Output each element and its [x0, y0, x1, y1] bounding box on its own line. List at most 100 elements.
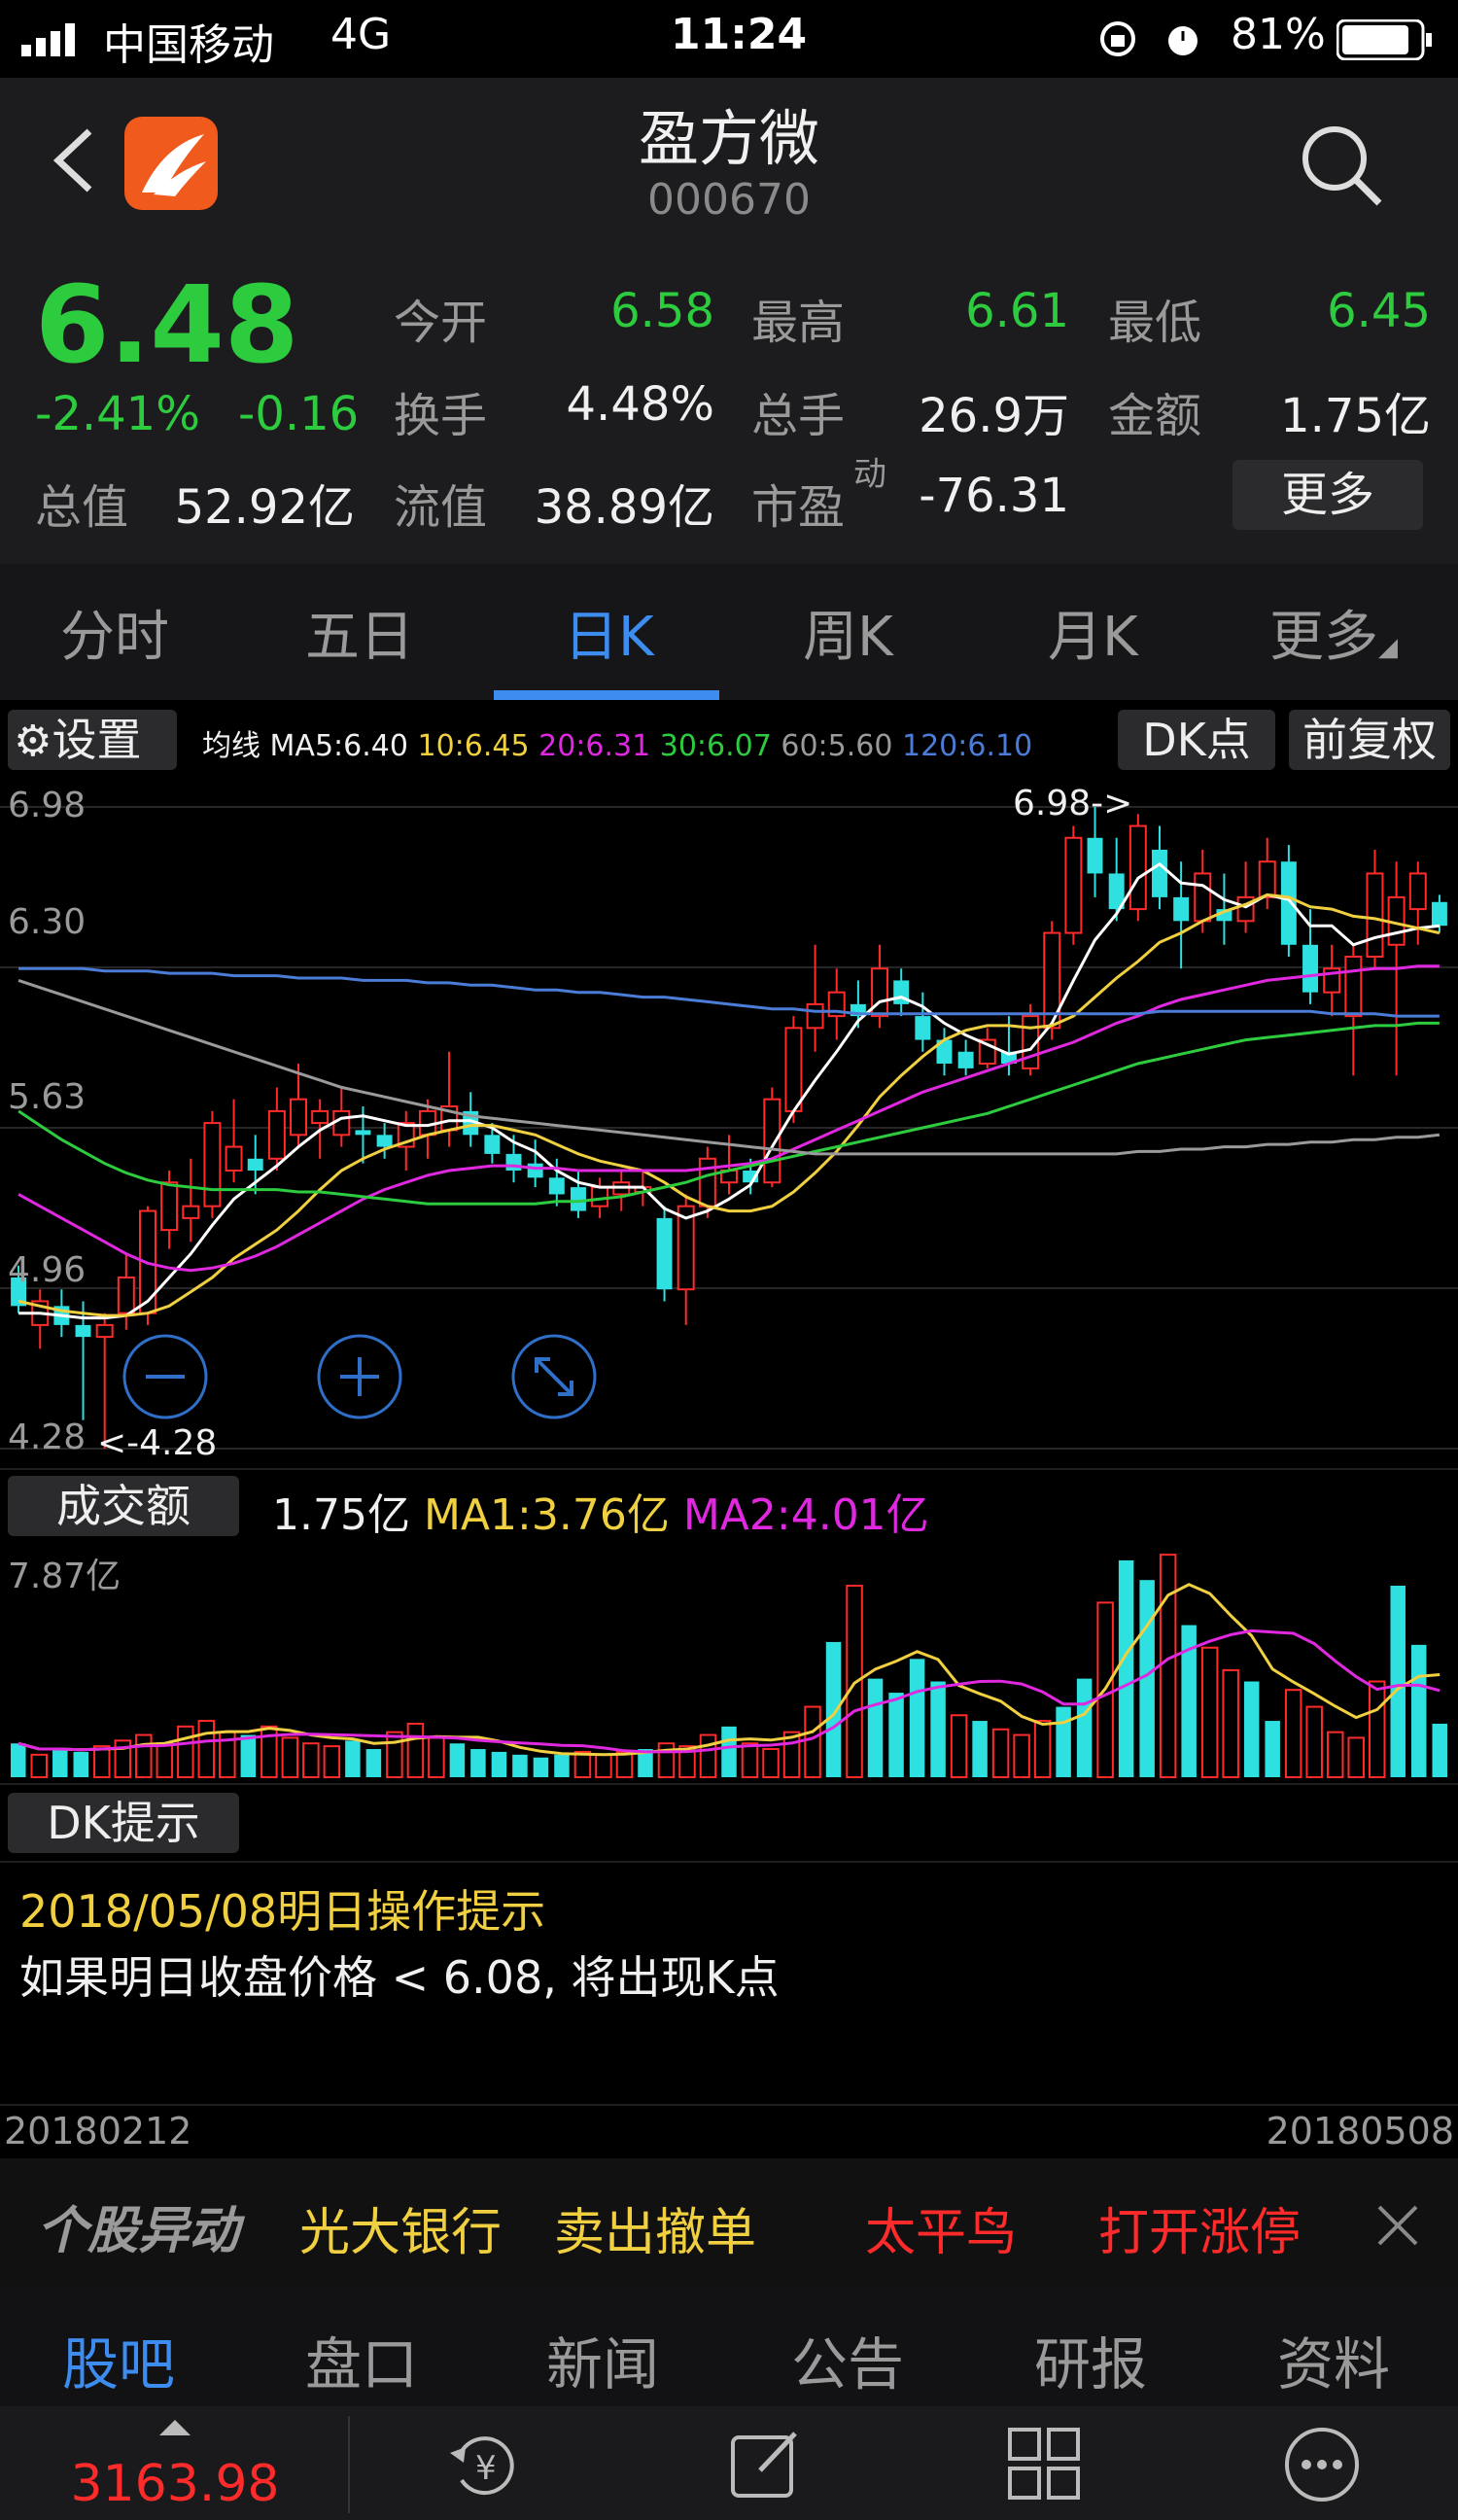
candle-body [332, 1109, 351, 1137]
search-icon[interactable] [1298, 122, 1385, 209]
alert-item[interactable]: 太平鸟 [865, 2191, 1017, 2264]
tab-five-day[interactable]: 五日 [305, 593, 414, 672]
candle-body [698, 1157, 716, 1208]
dk-date-line: 2018/05/08明日操作提示 [19, 1885, 546, 1938]
candle-body [784, 1027, 803, 1112]
alert-item[interactable]: 卖出撤单 [554, 2191, 756, 2264]
candle-body [915, 1016, 931, 1040]
tab-weekly-k[interactable]: 周K [803, 593, 893, 672]
period-tabs: 分时 五日 日K 周K 月K 更多◢ [0, 564, 1458, 700]
candle-body [1366, 872, 1384, 958]
tab-announcements[interactable]: 公告 [791, 2319, 904, 2400]
volume-current: 1.75亿 [272, 1490, 410, 1540]
alert-item[interactable]: 光大银行 [299, 2191, 502, 2264]
volume-ma1: MA1:3.76亿 [423, 1490, 670, 1540]
adjust-button[interactable]: 前复权 [1289, 710, 1450, 770]
tab-more-label: 更多 [1269, 606, 1378, 669]
candle-body [117, 1277, 135, 1314]
bottom-toolbar: 3163.98 ¥ [0, 2406, 1458, 2520]
quote-header: 盈方微 000670 6.48 -2.41% -0.16 今开 6.58 最高 … [0, 78, 1458, 564]
zoom-in-icon[interactable] [315, 1332, 404, 1421]
candle-body [376, 1135, 393, 1147]
change-percent: -2.41% [35, 387, 200, 441]
index-value[interactable]: 3163.98 [0, 2455, 350, 2513]
low-value: 6.45 [1327, 284, 1431, 338]
fullscreen-icon[interactable] [509, 1332, 599, 1421]
volume-bar [1347, 1736, 1365, 1779]
volume-bar [867, 1678, 884, 1777]
turnover-label: 换手 [394, 389, 488, 443]
change-amount: -0.16 [238, 387, 360, 441]
volume-bar [240, 1734, 257, 1777]
volume-bar [365, 1749, 382, 1777]
tab-reports[interactable]: 研报 [1034, 2319, 1147, 2400]
volume-bar [804, 1705, 821, 1778]
dk-hint-button[interactable]: DK提示 [8, 1793, 239, 1853]
tab-orderbook[interactable]: 盘口 [305, 2319, 418, 2400]
alarm-icon [1168, 26, 1198, 55]
volume-bar [950, 1714, 968, 1779]
candle-body [1280, 861, 1297, 945]
candle-body [1408, 872, 1427, 911]
volume-bar [1243, 1681, 1260, 1777]
ma5-value: MA5:6.40 [269, 729, 408, 763]
more-options-icon[interactable] [1281, 2424, 1363, 2505]
dk-point-button[interactable]: DK点 [1118, 710, 1275, 770]
alert-item[interactable]: 打开涨停 [1098, 2191, 1301, 2264]
stock-code: 000670 [647, 175, 811, 225]
volume-bar [30, 1753, 49, 1778]
candlestick-chart[interactable] [0, 778, 1458, 1468]
candle-body [1128, 824, 1147, 911]
stock-name: 盈方微 [638, 103, 819, 174]
grid-icon[interactable] [1006, 2426, 1084, 2503]
divider [0, 1861, 1458, 1863]
volume-bar [11, 1743, 26, 1777]
volume-bar [972, 1721, 988, 1777]
turnover-value: 4.48% [566, 377, 714, 432]
tab-forum[interactable]: 股吧 [62, 2319, 175, 2400]
min-price-annotation: <-4.28 [97, 1423, 218, 1463]
trade-icon[interactable]: ¥ [442, 2426, 530, 2503]
volume-bar [930, 1681, 946, 1777]
volume-label: 总手 [751, 389, 846, 443]
candle-body [527, 1163, 543, 1178]
close-icon[interactable] [1375, 2203, 1420, 2248]
pe-superscript: 动 [853, 455, 886, 494]
candle-body [1173, 896, 1190, 922]
settings-label: 设置 [52, 714, 142, 766]
volume-bar [197, 1720, 216, 1779]
volume-chart[interactable] [0, 1546, 1458, 1779]
settings-button[interactable]: ⚙设置 [8, 710, 177, 770]
volume-bar [386, 1731, 403, 1778]
divider [0, 2104, 1458, 2106]
zoom-out-icon[interactable] [121, 1332, 210, 1421]
candle-body [548, 1177, 565, 1195]
candle-body [1302, 944, 1319, 993]
battery-icon [1336, 19, 1432, 60]
edit-icon[interactable] [727, 2426, 805, 2503]
candle-body [75, 1324, 91, 1338]
amount-label: 金额 [1108, 389, 1202, 443]
divider [0, 1468, 1458, 1470]
volume-indicator-button[interactable]: 成交额 [8, 1476, 239, 1536]
volume-bar [1076, 1678, 1093, 1777]
candle-body [570, 1187, 586, 1211]
tab-more[interactable]: 更多◢ [1269, 593, 1398, 672]
volume-bar [554, 1754, 570, 1777]
tab-daily-k[interactable]: 日K [564, 593, 654, 672]
volume-value: 26.9万 [919, 389, 1069, 443]
tab-profile[interactable]: 资料 [1277, 2319, 1390, 2400]
ma120-value: 120:6.10 [902, 729, 1033, 763]
tab-monthly-k[interactable]: 月K [1048, 593, 1138, 672]
battery-percent: 81% [1231, 10, 1326, 59]
volume-bar [1159, 1554, 1177, 1779]
content-tabs: 股吧 盘口 新闻 公告 研报 资料 [0, 2290, 1458, 2406]
tab-news[interactable]: 新闻 [546, 2319, 659, 2400]
triangle-icon: ◢ [1378, 633, 1398, 662]
tab-intraday[interactable]: 分时 [60, 593, 169, 672]
candle-body [1258, 860, 1276, 898]
ma60-value: 60:5.60 [781, 729, 893, 763]
more-button[interactable]: 更多 [1232, 460, 1423, 530]
volume-bar [1118, 1559, 1134, 1777]
price-axis-label: 5.63 [8, 1077, 87, 1117]
